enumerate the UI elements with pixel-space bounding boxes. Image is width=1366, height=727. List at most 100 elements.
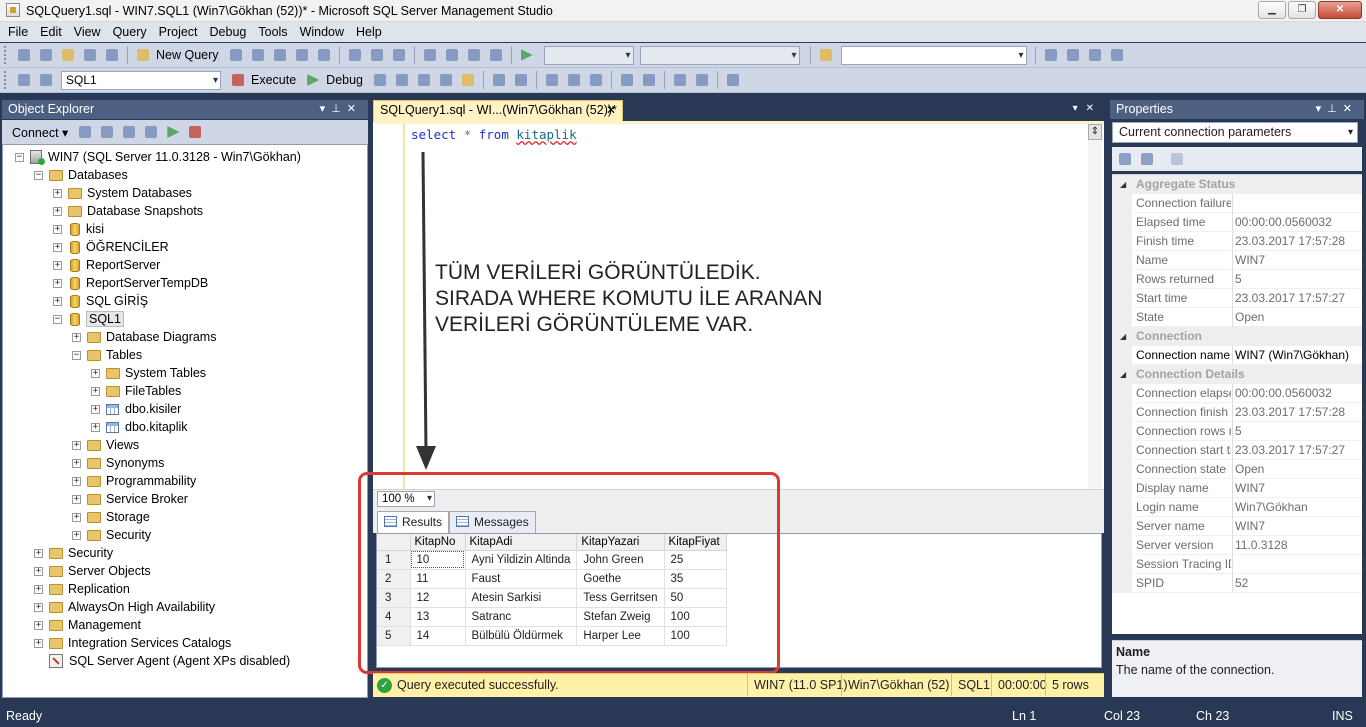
disconnect-icon[interactable] (98, 123, 116, 141)
tree-node[interactable]: − Databases (34, 166, 128, 184)
panel-pin-icon[interactable]: ▾⊥✕ (1316, 100, 1358, 119)
zoom-dropdown[interactable]: 100 % (377, 491, 435, 507)
tree-node[interactable]: + ReportServerTempDB (53, 274, 208, 292)
grid-cell[interactable]: Atesin Sarkisi (465, 588, 578, 608)
client-statistics-icon[interactable] (512, 71, 530, 89)
available-databases-dropdown[interactable]: SQL1 (61, 70, 221, 90)
menu-edit[interactable]: Edit (34, 25, 68, 39)
change-connection-icon[interactable] (37, 71, 55, 89)
menu-view[interactable]: View (68, 25, 107, 39)
filter-icon[interactable] (142, 123, 160, 141)
tree-expander-icon[interactable]: + (72, 440, 81, 450)
execute-icon[interactable] (229, 71, 247, 89)
close-tab-icon[interactable]: ✕ (606, 101, 616, 120)
tree-node[interactable]: − SQL1 (53, 310, 124, 328)
tree-expander-icon[interactable]: + (91, 422, 100, 432)
query-editor[interactable]: select * from kitaplik TÜM VERİLERİ GÖRÜ… (373, 121, 1104, 489)
tree-expander-icon[interactable]: + (34, 638, 43, 648)
column-header[interactable]: KitapAdi (465, 534, 578, 551)
parse-icon[interactable] (393, 71, 411, 89)
tree-node[interactable]: + Database Diagrams (72, 328, 216, 346)
query-designer-icon[interactable] (437, 71, 455, 89)
column-header[interactable]: KitapNo (410, 534, 466, 551)
tree-expander-icon[interactable]: + (34, 566, 43, 576)
maximize-button[interactable]: ❐ (1288, 1, 1316, 19)
menu-project[interactable]: Project (153, 25, 204, 39)
add-item-icon[interactable] (37, 46, 55, 64)
grid-cell[interactable]: 13 (410, 607, 466, 627)
new-query-button[interactable]: New Query (156, 48, 219, 62)
tree-expander-icon[interactable]: + (53, 278, 62, 288)
copy-icon[interactable] (368, 46, 386, 64)
property-value[interactable]: 23.03.2017 17:57:27 (1232, 289, 1362, 308)
tree-expander-icon[interactable]: + (72, 530, 81, 540)
solution-config-dropdown[interactable] (543, 45, 634, 65)
property-value[interactable] (1232, 194, 1362, 213)
tree-node[interactable]: + kisi (53, 220, 104, 238)
tree-expander-icon[interactable]: + (72, 332, 81, 342)
property-value[interactable]: 00:00:00.0560032 (1232, 213, 1362, 232)
grid-cell[interactable]: 10 (410, 550, 466, 570)
minimize-button[interactable]: ▁ (1258, 1, 1286, 19)
tree-expander-icon[interactable]: − (34, 170, 43, 180)
collapse-caret-icon[interactable]: ◢ (1120, 365, 1126, 384)
property-row[interactable]: Start time 23.03.2017 17:57:27 (1112, 289, 1362, 308)
tree-node[interactable]: + Replication (34, 580, 130, 598)
database-engine-query-icon[interactable] (227, 46, 245, 64)
new-project-icon[interactable] (15, 46, 33, 64)
specify-template-values-icon[interactable] (724, 71, 742, 89)
tree-node[interactable]: + Service Broker (72, 490, 188, 508)
execute-button[interactable]: Execute (251, 73, 296, 87)
tree-node[interactable]: SQL Server Agent (Agent XPs disabled) (34, 652, 290, 670)
display-estimated-plan-icon[interactable] (415, 71, 433, 89)
cut-icon[interactable] (346, 46, 364, 64)
results-grid[interactable]: KitapNo KitapAdi KitapYazari KitapFiyat … (376, 533, 1102, 668)
tree-expander-icon[interactable]: + (53, 242, 62, 252)
property-row[interactable]: Connection rows returned5 (1112, 422, 1362, 441)
table-row[interactable]: 2 11 Faust Goethe 35 (377, 569, 727, 589)
tree-expander-icon[interactable]: + (72, 512, 81, 522)
find-icon[interactable] (817, 46, 835, 64)
row-header-corner[interactable] (377, 534, 411, 551)
property-row[interactable]: Connection name WIN7 (Win7\Gökhan) (1112, 346, 1362, 365)
tree-expander-icon[interactable]: + (53, 224, 62, 234)
cancel-query-icon[interactable] (371, 71, 389, 89)
property-value[interactable]: 5 (1232, 270, 1362, 289)
registered-servers-icon[interactable] (1042, 46, 1060, 64)
property-value[interactable]: 23.03.2017 17:57:27 (1232, 441, 1362, 460)
document-list-icon[interactable]: ▾✕ (1073, 103, 1102, 114)
property-value[interactable]: 11.0.3128 (1232, 536, 1362, 555)
collapse-caret-icon[interactable]: ◢ (1120, 175, 1126, 194)
property-value[interactable]: WIN7 (1232, 479, 1362, 498)
redo-icon[interactable] (443, 46, 461, 64)
property-row[interactable]: State Open (1112, 308, 1362, 327)
tree-node[interactable]: − WIN7 (SQL Server 11.0.3128 - Win7\Gökha… (15, 148, 301, 166)
property-value[interactable]: 23.03.2017 17:57:28 (1232, 403, 1362, 422)
connect-dropdown-button[interactable]: Connect ▾ (12, 125, 68, 140)
tree-expander-icon[interactable]: + (53, 188, 62, 198)
table-row[interactable]: 3 12 Atesin Sarkisi Tess Gerritsen 50 (377, 588, 727, 608)
grid-cell[interactable]: 14 (410, 626, 466, 646)
connect-object-explorer-icon[interactable] (76, 123, 94, 141)
tree-node[interactable]: + Database Snapshots (53, 202, 203, 220)
property-row[interactable]: Connection finish time23.03.2017 17:57:2… (1112, 403, 1362, 422)
property-row[interactable]: Finish time 23.03.2017 17:57:28 (1112, 232, 1362, 251)
property-value[interactable]: WIN7 (1232, 517, 1362, 536)
property-row[interactable]: SPID 52 (1112, 574, 1362, 593)
toolbar-grip[interactable] (4, 46, 10, 64)
close-button[interactable]: ✕ (1318, 1, 1362, 19)
tree-node[interactable]: + dbo.kisiler (91, 400, 181, 418)
tree-node[interactable]: + ÖĞRENCİLER (53, 238, 169, 256)
tree-node[interactable]: + AlwaysOn High Availability (34, 598, 215, 616)
tree-node[interactable]: + Security (34, 544, 113, 562)
grid-cell[interactable]: 11 (410, 569, 466, 589)
tree-expander-icon[interactable]: + (91, 404, 100, 414)
grid-cell[interactable]: 35 (664, 569, 727, 589)
analysis-query-icon[interactable] (249, 46, 267, 64)
grid-cell[interactable]: Faust (465, 569, 578, 589)
properties-object-dropdown[interactable]: Current connection parameters (1112, 122, 1358, 143)
property-pages-icon[interactable] (1168, 150, 1186, 168)
results-to-file-icon[interactable] (587, 71, 605, 89)
grid-cell[interactable]: 12 (410, 588, 466, 608)
tree-node[interactable]: − Tables (72, 346, 142, 364)
